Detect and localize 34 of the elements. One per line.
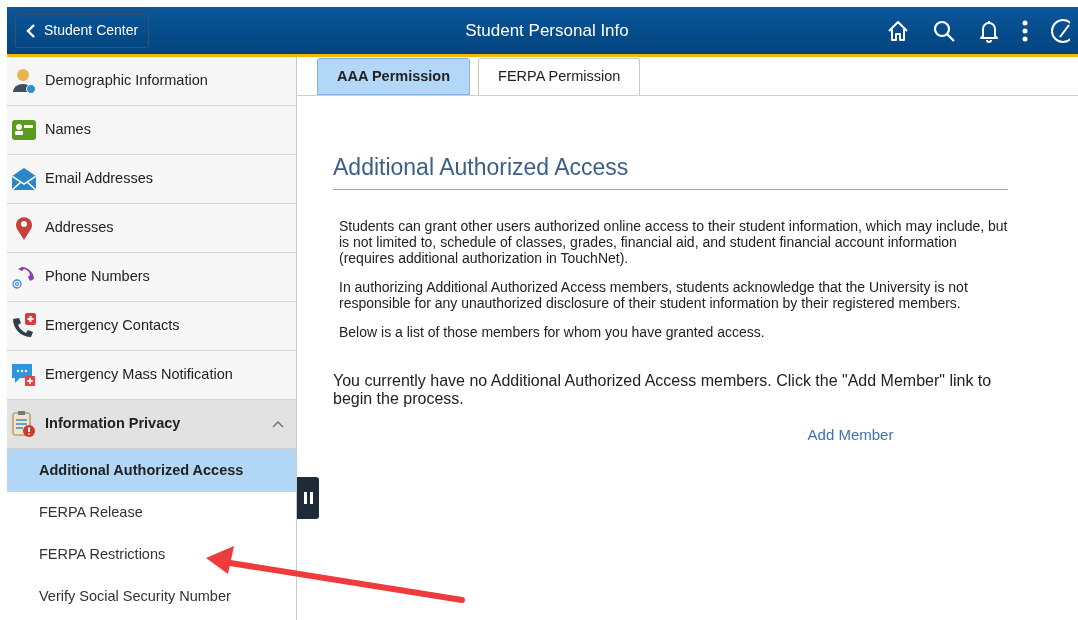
- chat-alert-icon: [12, 364, 36, 386]
- collapse-chevron-icon: [272, 420, 284, 428]
- back-button[interactable]: Student Center: [15, 13, 150, 48]
- sidebar-item[interactable]: Demographic Information: [7, 57, 296, 106]
- info-paragraph: Students can grant other users authorized online access to their student information, which may include, but is not limited to, schedule of classes, grades, financial aid, and student financial account information (requires additional authorization in TouchNet).: [339, 217, 1008, 266]
- empty-message: You currently have no Additional Authorized Access members. Click the "Add Member" link to begin the process.: [333, 371, 993, 408]
- sidebar-item[interactable]: Emergency Contacts: [7, 302, 296, 351]
- envelope-icon: [12, 168, 36, 190]
- info-paragraph: In authorizing Additional Authorized Access members, students acknowledge that the University is not responsible for any unauthorized disclosure of their student information by their registered members.: [339, 278, 969, 311]
- sidebar-subitem[interactable]: Additional Authorized Access: [7, 449, 296, 492]
- clipboard-alert-icon: [12, 410, 36, 438]
- collapse-handle[interactable]: [297, 477, 319, 519]
- search-icon[interactable]: [932, 18, 956, 43]
- sidebar-item[interactable]: Emergency Mass Notification: [7, 351, 296, 400]
- person-icon: [12, 68, 36, 94]
- sidebar-item[interactable]: Addresses: [7, 204, 296, 253]
- sidebar-item[interactable]: Phone Numbers: [7, 253, 296, 302]
- map-pin-icon: [15, 216, 33, 240]
- sidebar-item[interactable]: Names: [7, 106, 296, 155]
- sidebar-group-header[interactable]: Information Privacy: [7, 400, 296, 449]
- add-member-link[interactable]: Add Member: [807, 423, 894, 446]
- page-title: Student Personal Info: [464, 19, 630, 42]
- bell-icon[interactable]: [978, 18, 1000, 43]
- tab[interactable]: FERPA Permission: [478, 58, 641, 95]
- name-card-icon: [12, 120, 36, 140]
- emergency-phone-icon: [11, 313, 37, 339]
- tab[interactable]: AAA Permission: [317, 58, 471, 95]
- sidebar-item[interactable]: Email Addresses: [7, 155, 296, 204]
- section-heading: Additional Authorized Access: [333, 150, 1008, 190]
- info-paragraph: Below is a list of those members for whom you have granted access.: [339, 323, 766, 340]
- back-chevron-icon: [26, 22, 36, 39]
- phone-at-icon: [12, 265, 36, 289]
- more-options-icon[interactable]: [1022, 19, 1028, 42]
- home-icon[interactable]: [886, 18, 910, 43]
